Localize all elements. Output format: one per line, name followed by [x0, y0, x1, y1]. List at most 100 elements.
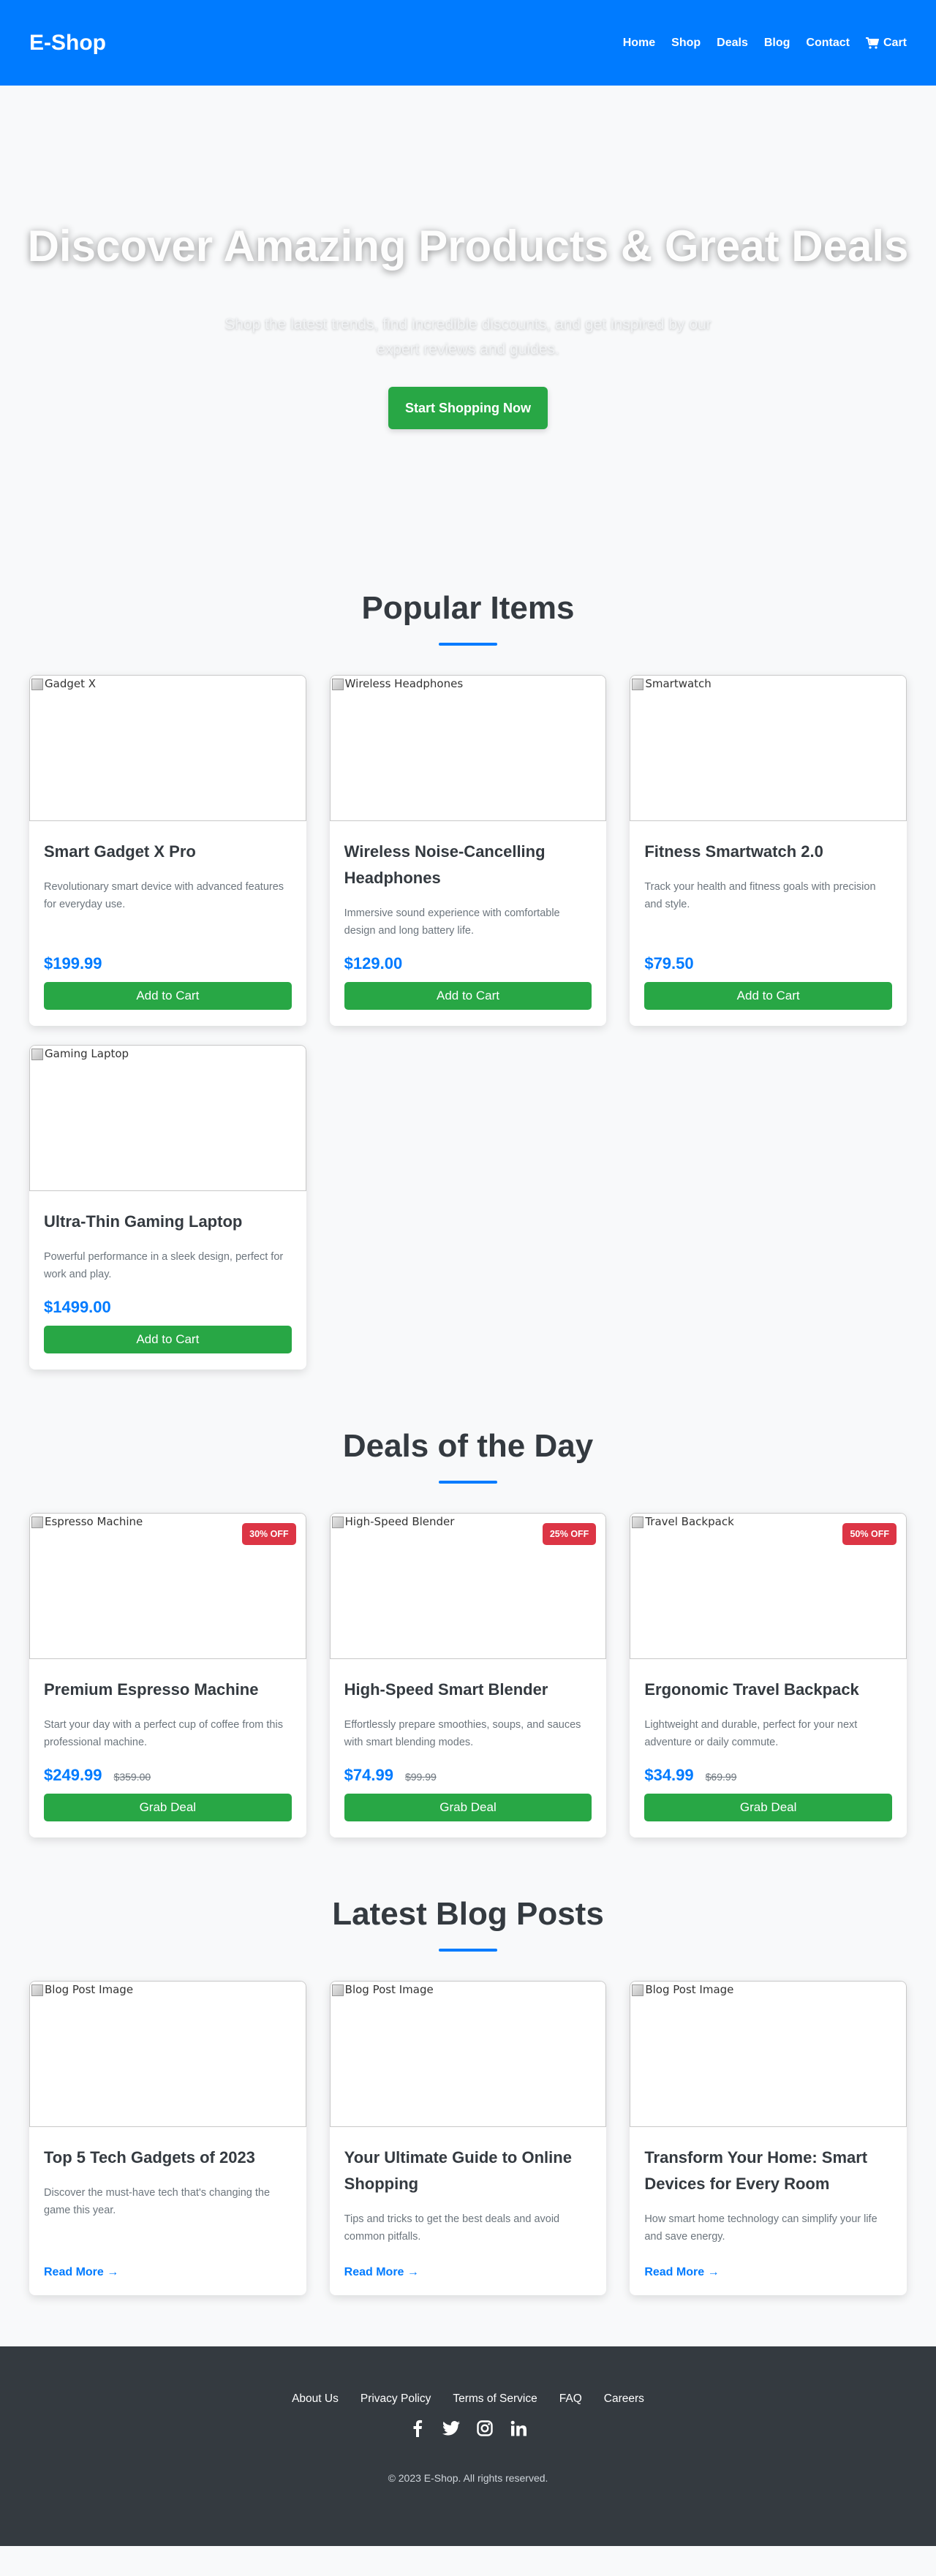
blog-image: Blog Post Image — [329, 1981, 607, 2127]
blog-card: Blog Post Image Transform Your Home: Sma… — [630, 1981, 907, 2295]
product-title[interactable]: Wireless Noise-Cancelling Headphones — [344, 839, 592, 891]
blog-excerpt: How smart home technology can simplify y… — [644, 2213, 878, 2243]
read-more-link[interactable]: Read More → — [344, 2266, 592, 2279]
product-title[interactable]: Premium Espresso Machine — [44, 1677, 292, 1703]
footer-link-terms[interactable]: Terms of Service — [453, 2392, 537, 2406]
footer-links: About Us Privacy Policy Terms of Service… — [292, 2392, 644, 2406]
card-body: Wireless Noise-Cancelling Headphones Imm… — [330, 821, 607, 1026]
cart-label: Cart — [883, 36, 907, 49]
nav-contact[interactable]: Contact — [806, 37, 850, 50]
price-row: $34.99 $69.99 — [644, 1766, 892, 1785]
hero-title: Discover Amazing Products & Great Deals — [27, 222, 909, 271]
read-more-link[interactable]: Read More → — [44, 2266, 292, 2279]
title-underline — [439, 643, 497, 646]
popular-items-grid: Gadget X Smart Gadget X Pro Revolutionar… — [29, 675, 907, 1370]
blog-title[interactable]: Your Ultimate Guide to Online Shopping — [344, 2145, 592, 2197]
product-card: Gaming Laptop Ultra-Thin Gaming Laptop P… — [29, 1045, 306, 1370]
price-row: $199.99 — [44, 954, 292, 973]
product-title[interactable]: Ultra-Thin Gaming Laptop — [44, 1209, 292, 1235]
original-price: $69.99 — [705, 1771, 737, 1783]
title-underline — [439, 1949, 497, 1952]
card-body: Premium Espresso Machine Start your day … — [29, 1659, 306, 1837]
blog-card: Blog Post Image Top 5 Tech Gadgets of 20… — [29, 1981, 306, 2295]
grab-deal-button[interactable]: Grab Deal — [344, 1794, 592, 1821]
deal-card: 30% OFF Espresso Machine Premium Espress… — [29, 1513, 306, 1837]
blog-excerpt: Tips and tricks to get the best deals an… — [344, 2213, 560, 2243]
read-more-link[interactable]: Read More → — [644, 2266, 892, 2279]
blog-image: Blog Post Image — [630, 1981, 907, 2127]
deal-price: $34.99 — [644, 1766, 694, 1784]
blog-excerpt: Discover the must-have tech that's chang… — [44, 2187, 271, 2216]
original-price: $359.00 — [113, 1771, 151, 1783]
product-card: Smartwatch Fitness Smartwatch 2.0 Track … — [630, 675, 907, 1026]
card-body: Top 5 Tech Gadgets of 2023 Discover the … — [29, 2127, 306, 2295]
nav-shop[interactable]: Shop — [671, 37, 701, 50]
blog-card: Blog Post Image Your Ultimate Guide to O… — [329, 1981, 607, 2295]
nav-blog[interactable]: Blog — [764, 37, 790, 50]
blog-title[interactable]: Transform Your Home: Smart Devices for E… — [644, 2145, 892, 2197]
price-row: $249.99 $359.00 — [44, 1766, 292, 1785]
copyright-text: © 2023 E-Shop. All rights reserved. — [388, 2472, 548, 2484]
footer-link-privacy[interactable]: Privacy Policy — [361, 2392, 431, 2406]
product-description: Track your health and fitness goals with… — [644, 881, 876, 910]
linkedin-icon[interactable] — [510, 2419, 527, 2438]
card-body: Your Ultimate Guide to Online Shopping T… — [330, 2127, 607, 2295]
title-underline — [439, 1481, 497, 1484]
product-price: $129.00 — [344, 954, 403, 972]
product-title[interactable]: Ergonomic Travel Backpack — [644, 1677, 892, 1703]
product-description: Start your day with a perfect cup of cof… — [44, 1719, 283, 1748]
blog-title[interactable]: Top 5 Tech Gadgets of 2023 — [44, 2145, 292, 2171]
blog-image: Blog Post Image — [29, 1981, 306, 2127]
card-body: Transform Your Home: Smart Devices for E… — [630, 2127, 907, 2295]
deals-grid: 30% OFF Espresso Machine Premium Espress… — [29, 1513, 907, 1837]
price-row: $129.00 — [344, 954, 592, 973]
price-row: $79.50 — [644, 954, 892, 973]
product-image: Smartwatch — [630, 675, 907, 821]
product-price: $1499.00 — [44, 1298, 111, 1316]
section-title: Deals of the Day — [342, 1428, 594, 1464]
footer-link-about[interactable]: About Us — [292, 2392, 339, 2406]
price-row: $74.99 $99.99 — [344, 1766, 592, 1785]
section-title: Popular Items — [361, 590, 575, 626]
add-to-cart-button[interactable]: Add to Cart — [44, 982, 292, 1010]
footer-link-careers[interactable]: Careers — [604, 2392, 644, 2406]
social-links — [409, 2419, 527, 2438]
card-body: Smart Gadget X Pro Revolutionary smart d… — [29, 821, 306, 1026]
product-title[interactable]: High-Speed Smart Blender — [344, 1677, 592, 1703]
nav-home[interactable]: Home — [623, 37, 655, 50]
product-description: Revolutionary smart device with advanced… — [44, 881, 284, 910]
twitter-icon[interactable] — [442, 2419, 460, 2438]
card-body: Ergonomic Travel Backpack Lightweight an… — [630, 1659, 907, 1837]
deal-price: $74.99 — [344, 1766, 393, 1784]
popular-items-section: Popular Items Gadget X Smart Gadget X Pr… — [0, 554, 936, 1370]
cart-icon — [865, 37, 879, 49]
add-to-cart-button[interactable]: Add to Cart — [644, 982, 892, 1010]
original-price: $99.99 — [404, 1771, 437, 1783]
section-title: Latest Blog Posts — [332, 1896, 604, 1932]
nav-cart[interactable]: Cart — [865, 36, 907, 50]
product-description: Immersive sound experience with comforta… — [344, 907, 560, 937]
grab-deal-button[interactable]: Grab Deal — [44, 1794, 292, 1821]
site-logo[interactable]: E-Shop — [29, 31, 106, 56]
add-to-cart-button[interactable]: Add to Cart — [344, 982, 592, 1010]
nav-deals[interactable]: Deals — [717, 37, 748, 50]
start-shopping-button[interactable]: Start Shopping Now — [388, 387, 548, 429]
blog-section: Latest Blog Posts Blog Post Image Top 5 … — [0, 1837, 936, 2295]
footer-link-faq[interactable]: FAQ — [559, 2392, 582, 2406]
product-image: Wireless Headphones — [329, 675, 607, 821]
discount-badge: 25% OFF — [542, 1523, 597, 1545]
price-row: $1499.00 — [44, 1298, 292, 1317]
hero-section: Discover Amazing Products & Great Deals … — [0, 86, 936, 554]
facebook-icon[interactable] — [409, 2419, 426, 2438]
product-price: $79.50 — [644, 954, 694, 972]
product-title[interactable]: Fitness Smartwatch 2.0 — [644, 839, 892, 865]
product-description: Effortlessly prepare smoothies, soups, a… — [344, 1719, 581, 1748]
product-image: Gadget X — [29, 675, 306, 821]
grab-deal-button[interactable]: Grab Deal — [644, 1794, 892, 1821]
product-description: Lightweight and durable, perfect for you… — [644, 1719, 858, 1748]
instagram-icon[interactable] — [476, 2419, 494, 2438]
add-to-cart-button[interactable]: Add to Cart — [44, 1326, 292, 1353]
card-body: Ultra-Thin Gaming Laptop Powerful perfor… — [29, 1191, 306, 1370]
product-price: $199.99 — [44, 954, 102, 972]
product-title[interactable]: Smart Gadget X Pro — [44, 839, 292, 865]
